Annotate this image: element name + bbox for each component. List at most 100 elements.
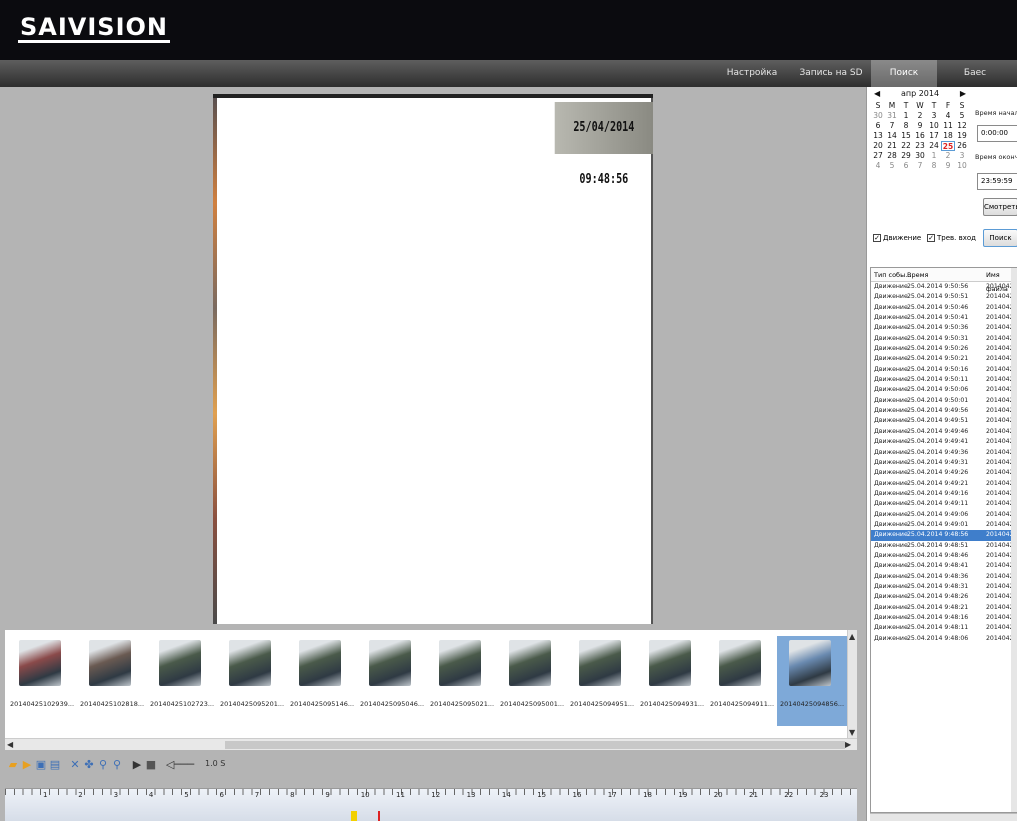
thumbnail-image[interactable] [579,640,621,686]
nav-item-snapshot-search[interactable]: Поиск снимков [871,60,937,105]
result-row[interactable]: Движение 25.04.2014 9:49:46 2014042 [871,427,1017,437]
calendar-day[interactable]: 14 [885,131,899,141]
column-header-type[interactable]: Тип собы... [874,268,911,282]
thumbnail-item[interactable]: 20140425095046... [357,636,427,726]
result-row[interactable]: Движение 25.04.2014 9:50:06 2014042 [871,385,1017,395]
thumbnail-image[interactable] [789,640,831,686]
thumbnail-image[interactable] [369,640,411,686]
column-header-time[interactable]: Время [907,268,928,282]
thumbnail-image[interactable] [509,640,551,686]
result-row[interactable]: Движение 25.04.2014 9:49:26 2014042 [871,468,1017,478]
calendar-day[interactable]: 5 [955,111,969,121]
search-button[interactable]: Поиск [983,229,1017,247]
checkbox-box[interactable]: ✓ [927,234,935,242]
open-icon[interactable]: ▶ [21,759,33,771]
calendar-day[interactable]: 1 [927,151,941,161]
result-row[interactable]: Движение 25.04.2014 9:48:46 2014042 [871,551,1017,561]
calendar-day[interactable]: 16 [913,131,927,141]
thumbnail-item[interactable]: 20140425095021... [427,636,497,726]
calendar-day[interactable]: 12 [955,121,969,131]
result-row[interactable]: Движение 25.04.2014 9:48:16 2014042 [871,613,1017,623]
result-row[interactable]: Движение 25.04.2014 9:49:51 2014042 [871,416,1017,426]
calendar-day[interactable]: 3 [955,151,969,161]
result-row[interactable]: Движение 25.04.2014 9:48:41 2014042 [871,561,1017,571]
play-icon[interactable]: ▶ [131,759,143,771]
calendar-day[interactable]: 15 [899,131,913,141]
calendar-day[interactable]: 2 [941,151,955,161]
result-row[interactable]: Движение 25.04.2014 9:48:21 2014042 [871,603,1017,613]
video-view[interactable]: 25/04/2014 09:48:56 [213,94,653,624]
calendar-day[interactable]: 20 [871,141,885,151]
thumbnail-item[interactable]: 20140425094856... [777,636,847,726]
timeline-cursor[interactable] [378,811,380,821]
result-row-selected[interactable]: Движение 25.04.2014 9:48:56 2014042 [871,530,1017,541]
result-row[interactable]: Движение 25.04.2014 9:49:11 2014042 [871,499,1017,509]
calendar-day[interactable]: 27 [871,151,885,161]
thumbnail-item[interactable]: 20140425102939... [7,636,77,726]
result-row[interactable]: Движение 25.04.2014 9:50:11 2014042 [871,375,1017,385]
thumbnail-image[interactable] [89,640,131,686]
result-row[interactable]: Движение 25.04.2014 9:49:16 2014042 [871,489,1017,499]
next-month-icon[interactable]: ▶ [960,89,966,98]
calendar-day[interactable]: 4 [941,111,955,121]
thumbnail-image[interactable] [649,640,691,686]
calendar-day[interactable]: 30 [913,151,927,161]
result-row[interactable]: Движение 25.04.2014 9:49:41 2014042 [871,437,1017,447]
timeline-event-marker[interactable] [351,811,357,821]
thumbnail-item[interactable]: 20140425102818... [77,636,147,726]
end-time-field[interactable]: 23:59:59 [977,173,1017,190]
print-icon[interactable]: ▤ [49,759,61,771]
save-icon[interactable]: ▣ [35,759,47,771]
thumbnail-horizontal-scrollbar[interactable]: ◀ ▶ [5,738,857,750]
thumbnail-image[interactable] [19,640,61,686]
result-row[interactable]: Движение 25.04.2014 9:50:36 2014042 [871,323,1017,333]
calendar-day[interactable]: 8 [899,121,913,131]
calendar-day[interactable]: 26 [955,141,969,151]
result-row[interactable]: Движение 25.04.2014 9:48:36 2014042 [871,572,1017,582]
speed-slider[interactable]: ◁─── [161,759,199,771]
calendar-day[interactable]: 22 [899,141,913,151]
thumbnail-image[interactable] [439,640,481,686]
result-row[interactable]: Движение 25.04.2014 9:50:01 2014042 [871,396,1017,406]
results-vertical-scrollbar[interactable] [1011,268,1017,812]
calendar-day[interactable]: 5 [885,161,899,171]
calendar-day[interactable]: 21 [885,141,899,151]
calendar-day[interactable]: 2 [913,111,927,121]
result-row[interactable]: Движение 25.04.2014 9:50:51 2014042 [871,292,1017,302]
thumbnail-item[interactable]: 20140425094931... [637,636,707,726]
thumbnail-item[interactable]: 20140425094951... [567,636,637,726]
results-horizontal-scrollbar[interactable] [870,813,1017,821]
result-row[interactable]: Движение 25.04.2014 9:48:26 2014042 [871,592,1017,602]
rotate-icon[interactable]: ✤ [83,759,95,771]
zoom-in-icon[interactable]: ⚲ [97,759,109,771]
calendar-day[interactable]: 9 [941,161,955,171]
timeline[interactable]: 1 2 3 4 5 6 7 8 9 10 11 12 13 14 15 16 17 18 19 20 21 22 23 [5,788,857,821]
calendar-day[interactable]: 10 [927,121,941,131]
checkbox-box[interactable]: ✓ [873,234,881,242]
calendar-day[interactable]: 7 [913,161,927,171]
calendar-day[interactable]: 29 [899,151,913,161]
calendar-day[interactable]: 11 [941,121,955,131]
result-row[interactable]: Движение 25.04.2014 9:49:31 2014042 [871,458,1017,468]
calendar-day[interactable]: 23 [913,141,927,151]
fit-icon[interactable]: ✕ [69,759,81,771]
thumbnail-image[interactable] [229,640,271,686]
calendar-day[interactable]: 3 [927,111,941,121]
calendar-day[interactable]: 4 [871,161,885,171]
result-row[interactable]: Движение 25.04.2014 9:49:21 2014042 [871,479,1017,489]
result-row[interactable]: Движение 25.04.2014 9:50:26 2014042 [871,344,1017,354]
result-row[interactable]: Движение 25.04.2014 9:49:36 2014042 [871,448,1017,458]
calendar-day[interactable]: 30 [871,111,885,121]
result-row[interactable]: Движение 25.04.2014 9:48:06 2014042 [871,634,1017,644]
calendar-day[interactable]: 8 [927,161,941,171]
thumbnail-item[interactable]: 20140425095001... [497,636,567,726]
alarm-input-checkbox[interactable]: ✓ Трев. вход [927,234,976,242]
result-row[interactable]: Движение 25.04.2014 9:49:06 2014042 [871,510,1017,520]
calendar-day[interactable]: 13 [871,131,885,141]
folder-icon[interactable]: ▰ [7,759,19,771]
result-row[interactable]: Движение 25.04.2014 9:49:01 2014042 [871,520,1017,530]
result-row[interactable]: Движение 25.04.2014 9:49:56 2014042 [871,406,1017,416]
result-row[interactable]: Движение 25.04.2014 9:48:11 2014042 [871,623,1017,633]
calendar-day-selected[interactable]: 25 [941,141,955,151]
thumbnail-vertical-scrollbar[interactable]: ▲ ▼ [847,630,857,740]
